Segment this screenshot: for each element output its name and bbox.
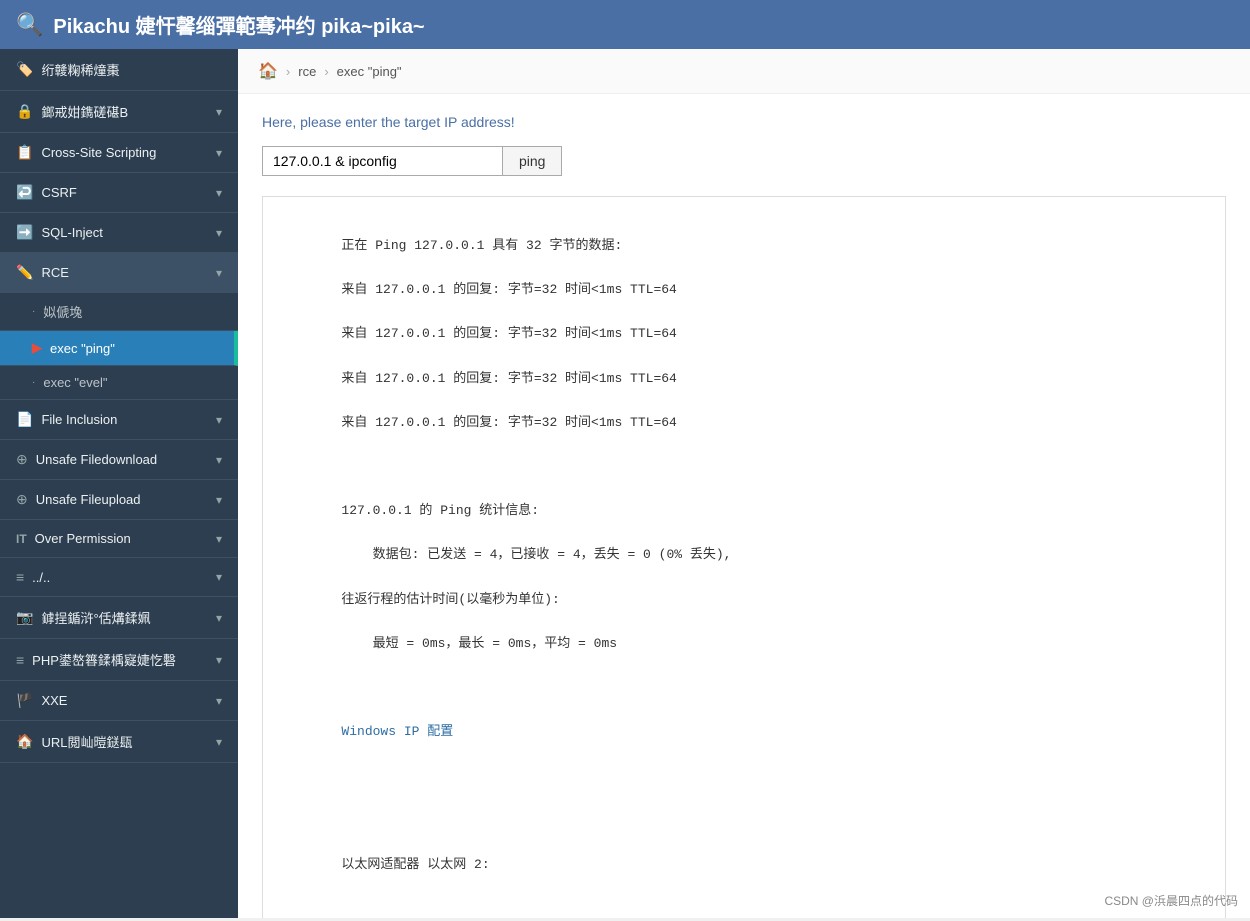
bullet-icon: ·: [32, 306, 35, 317]
sidebar-item-url[interactable]: 🏠 URL閲屾暟鎹瓺 ▾: [0, 721, 238, 763]
chevron-down-icon: ▾: [216, 493, 222, 507]
main-content: 🏠 › rce › exec "ping" Here, please enter…: [238, 49, 1250, 918]
chevron-down-icon: ▾: [216, 453, 222, 467]
sidebar-item-label: SQL-Inject: [41, 225, 102, 240]
upload-icon: ⊕: [16, 491, 28, 508]
sidebar-item-camera[interactable]: 📷 鎼挰鍎浒°佸煹鍒姵 ▾: [0, 597, 238, 639]
output-stats-packets: 数据包: 已发送 = 4，已接收 = 4，丢失 = 0 (0% 丢失),: [341, 547, 731, 562]
breadcrumb-separator: ›: [286, 64, 290, 79]
output-windows-ip: Windows IP 配置: [341, 724, 453, 739]
csrf-icon: ↩️: [16, 184, 33, 201]
lock-icon: 🔒: [16, 103, 33, 120]
watermark: CSDN @浜晨四点的代码: [1104, 892, 1238, 909]
output-ethernet-header: 以太网适配器 以太网 2:: [341, 857, 489, 872]
sidebar-item-xss[interactable]: 📋 Cross-Site Scripting ▾: [0, 133, 238, 173]
chevron-down-icon: ▾: [216, 105, 222, 119]
sidebar-item-label: Unsafe Filedownload: [36, 452, 157, 467]
sidebar-item-label: Cross-Site Scripting: [41, 145, 156, 160]
sidebar-item-label: File Inclusion: [41, 412, 117, 427]
output-ping-line4: 来自 127.0.0.1 的回复: 字节=32 时间<1ms TTL=64: [341, 371, 676, 386]
sidebar-item-unsafe-filedownload[interactable]: ⊕ Unsafe Filedownload ▾: [0, 440, 238, 480]
dotdot-icon: ≡: [16, 569, 24, 585]
sidebar-subitem-rce-pia[interactable]: · 姒傂堍: [0, 293, 238, 331]
hint-text: Here, please enter the target IP address…: [262, 114, 1226, 130]
php-icon: ≡: [16, 652, 24, 668]
chevron-down-icon: ▾: [216, 186, 222, 200]
output-ping-line2: 来自 127.0.0.1 的回复: 字节=32 时间<1ms TTL=64: [341, 282, 676, 297]
bullet-icon: ·: [32, 377, 35, 388]
output-ping-line1: 正在 Ping 127.0.0.1 具有 32 字节的数据:: [341, 238, 622, 253]
sidebar-item-label: Over Permission: [35, 531, 131, 546]
chevron-down-icon: ▾: [216, 570, 222, 584]
chevron-down-icon: ▾: [216, 413, 222, 427]
sidebar-item-label: ../..: [32, 570, 50, 585]
sidebar-item-xxe[interactable]: 🏴 XXE ▾: [0, 681, 238, 721]
ping-button[interactable]: ping: [502, 146, 562, 176]
download-icon: ⊕: [16, 451, 28, 468]
sidebar: 🏷️ 绗竷粷稀燑棗 🔒 鎯戒姏鐫磋碪B ▾ 📋 Cross-Site Scrip…: [0, 49, 238, 918]
chevron-down-icon: ▾: [216, 532, 222, 546]
input-row: ping: [262, 146, 1226, 176]
chevron-down-icon: ▾: [216, 146, 222, 160]
ip-input[interactable]: [262, 146, 502, 176]
permission-icon: IT: [16, 532, 27, 546]
sidebar-item-label: Unsafe Fileupload: [36, 492, 141, 507]
subitem-label: exec "ping": [50, 341, 115, 356]
chevron-down-icon: ▾: [216, 266, 222, 280]
sidebar-subitem-rce-exec-evel[interactable]: · exec "evel": [0, 366, 238, 400]
sidebar-item-overview[interactable]: 🏷️ 绗竷粷稀燑棗: [0, 49, 238, 91]
chevron-down-icon: ▾: [216, 735, 222, 749]
main-layout: 🏷️ 绗竷粷稀燑棗 🔒 鎯戒姏鐫磋碪B ▾ 📋 Cross-Site Scrip…: [0, 49, 1250, 918]
url-icon: 🏠: [16, 733, 33, 750]
camera-icon: 📷: [16, 609, 33, 626]
xss-icon: 📋: [16, 144, 33, 161]
output-ping-line3: 来自 127.0.0.1 的回复: 字节=32 时间<1ms TTL=64: [341, 326, 676, 341]
header-icon: 🔍: [16, 12, 43, 38]
sidebar-item-label: RCE: [41, 265, 68, 280]
chevron-down-icon: ▾: [216, 226, 222, 240]
content-area: Here, please enter the target IP address…: [238, 94, 1250, 918]
sidebar-item-label: CSRF: [41, 185, 76, 200]
chevron-down-icon: ▾: [216, 611, 222, 625]
sql-icon: ➡️: [16, 224, 33, 241]
rce-icon: ✏️: [16, 264, 33, 281]
output-stats-header: 127.0.0.1 的 Ping 统计信息:: [341, 503, 539, 518]
subitem-label: 姒傂堍: [43, 302, 82, 321]
subitem-label: exec "evel": [43, 375, 107, 390]
home-icon: 🏠: [258, 61, 278, 81]
sidebar-item-label: 鎯戒姏鐫磋碪B: [41, 102, 128, 121]
app-title: Pikachu 婕忓馨缁彈範骞冲约 pika~pika~: [53, 10, 424, 39]
sidebar-item-label: PHP鍙嶅簭鍒楀寲婕忔礊: [32, 650, 176, 669]
chevron-down-icon: ▾: [216, 653, 222, 667]
sidebar-item-file-inclusion[interactable]: 📄 File Inclusion ▾: [0, 400, 238, 440]
sidebar-item-unsafe-fileupload[interactable]: ⊕ Unsafe Fileupload ▾: [0, 480, 238, 520]
output-box: 正在 Ping 127.0.0.1 具有 32 字节的数据: 来自 127.0.…: [262, 196, 1226, 918]
sidebar-item-label: URL閲屾暟鎹瓺: [41, 732, 132, 751]
breadcrumb-current: exec "ping": [337, 64, 402, 79]
sidebar-item-dotdot[interactable]: ≡ ../.. ▾: [0, 558, 238, 597]
arrow-icon: ▶: [32, 340, 42, 356]
sidebar-item-rce[interactable]: ✏️ RCE ▾: [0, 253, 238, 293]
file-icon: 📄: [16, 411, 33, 428]
sidebar-item-csrf[interactable]: ↩️ CSRF ▾: [0, 173, 238, 213]
sidebar-subitem-rce-exec-ping[interactable]: ▶ exec "ping": [0, 331, 238, 366]
sidebar-item-label: 绗竷粷稀燑棗: [41, 60, 119, 79]
sidebar-item-label: XXE: [41, 693, 67, 708]
chevron-down-icon: ▾: [216, 694, 222, 708]
tag-icon: 🏷️: [16, 61, 33, 78]
output-ping-line5: 来自 127.0.0.1 的回复: 字节=32 时间<1ms TTL=64: [341, 415, 676, 430]
breadcrumb: 🏠 › rce › exec "ping": [238, 49, 1250, 94]
output-stats-rtt: 最短 = 0ms，最长 = 0ms，平均 = 0ms: [341, 636, 617, 651]
sidebar-item-lock[interactable]: 🔒 鎯戒姏鐫磋碪B ▾: [0, 91, 238, 133]
sidebar-item-over-permission[interactable]: IT Over Permission ▾: [0, 520, 238, 558]
sidebar-item-label: 鎼挰鍎浒°佸煹鍒姵: [41, 608, 150, 627]
sidebar-item-sql[interactable]: ➡️ SQL-Inject ▾: [0, 213, 238, 253]
breadcrumb-rce[interactable]: rce: [298, 64, 316, 79]
app-header: 🔍 Pikachu 婕忓馨缁彈範骞冲约 pika~pika~: [0, 0, 1250, 49]
sidebar-item-php[interactable]: ≡ PHP鍙嶅簭鍒楀寲婕忔礊 ▾: [0, 639, 238, 681]
breadcrumb-separator2: ›: [324, 64, 328, 79]
output-stats-rtt-header: 往返行程的估计时间(以毫秒为单位):: [341, 592, 559, 607]
xxe-icon: 🏴: [16, 692, 33, 709]
